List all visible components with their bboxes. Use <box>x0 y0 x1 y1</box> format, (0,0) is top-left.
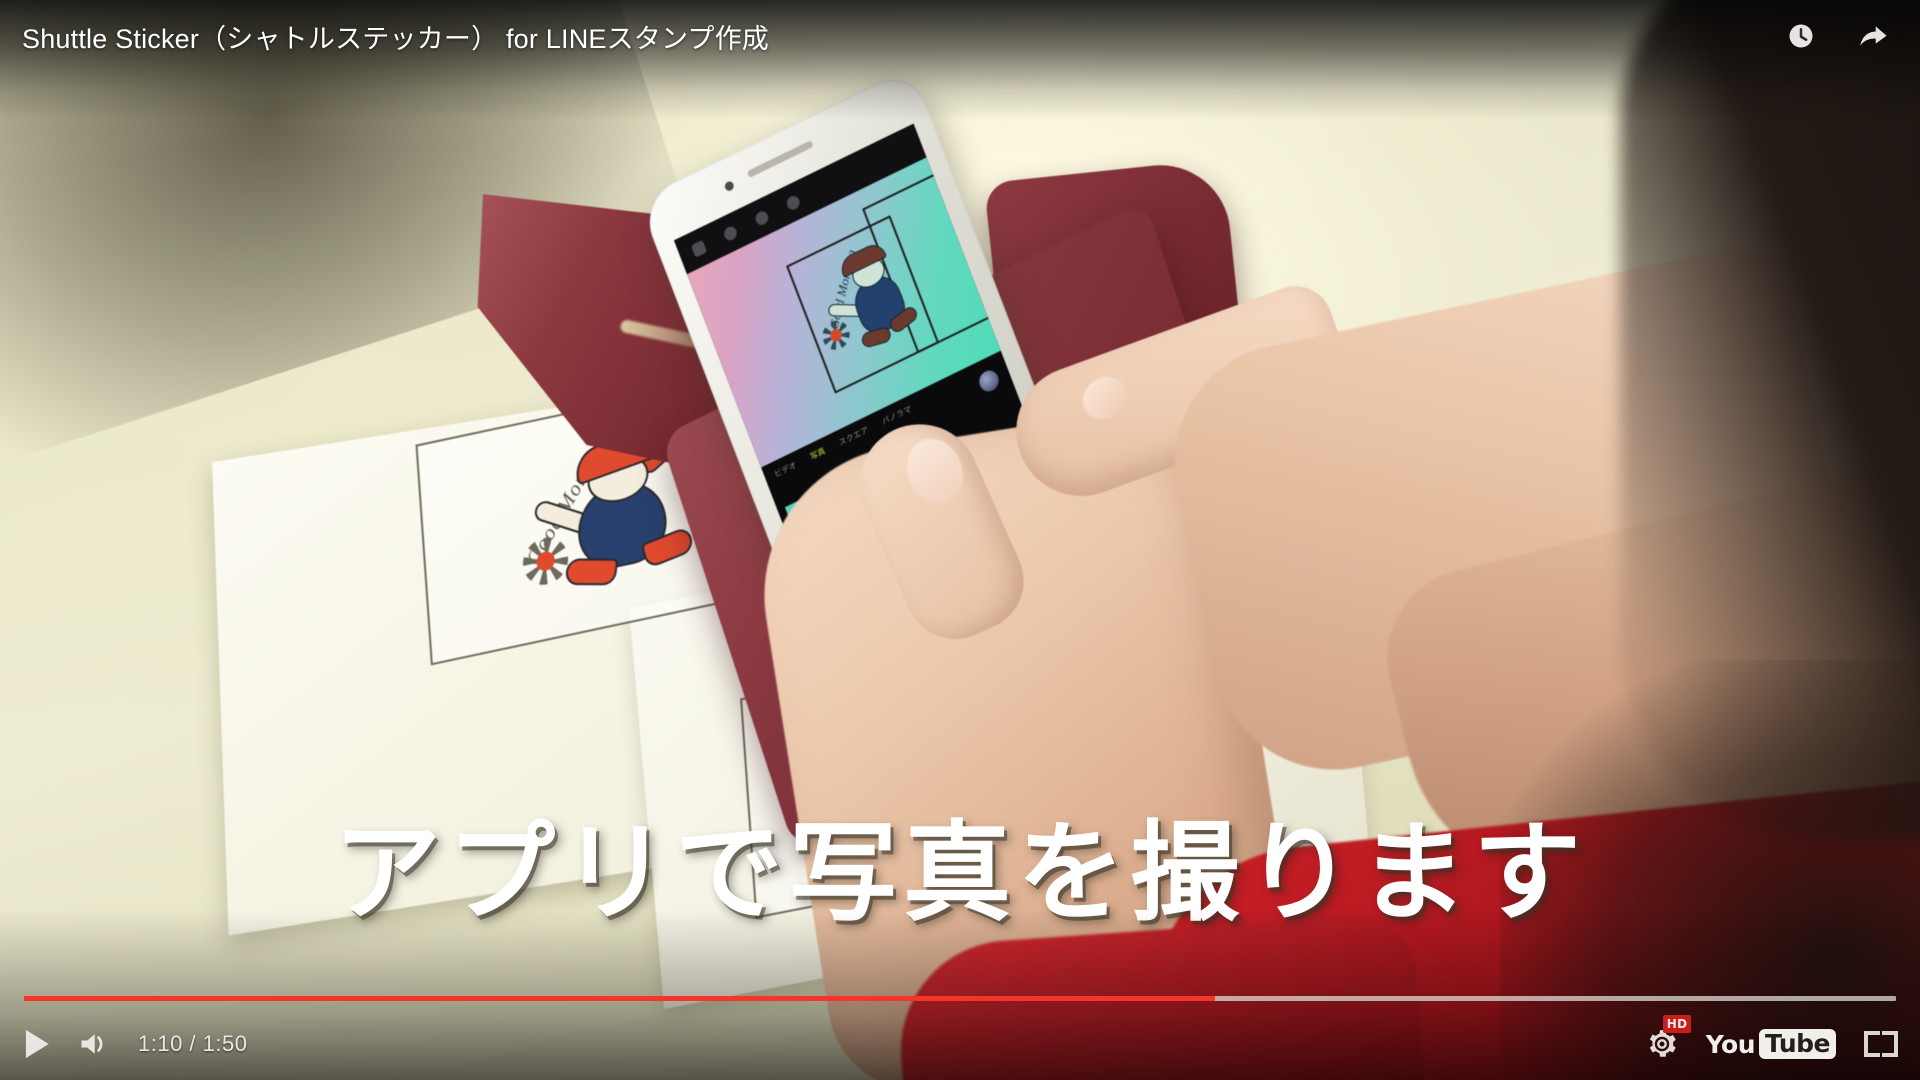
youtube-logo[interactable]: You Tube <box>1706 1029 1836 1059</box>
progress-bar[interactable] <box>24 996 1896 1001</box>
youtube-video-player[interactable]: Good Morning Good Morning ビデオ 写真 スクエア パノ… <box>0 0 1920 1080</box>
player-control-bar[interactable]: 1:10 / 1:50 HD You Tube <box>0 996 1920 1080</box>
fullscreen-button[interactable] <box>1864 1031 1898 1057</box>
share-icon[interactable] <box>1852 15 1894 57</box>
title-bar-actions <box>1780 15 1894 57</box>
youtube-logo-you: You <box>1705 1029 1756 1059</box>
flower-icon <box>521 533 571 590</box>
camera-flip-icon <box>976 367 1002 395</box>
fullscreen-icon <box>1864 1031 1898 1057</box>
viewfinder-flower-icon <box>818 315 854 355</box>
flash-icon <box>690 239 708 258</box>
timer-icon <box>753 208 770 227</box>
hdr-icon <box>722 224 739 242</box>
camera-mode-video: ビデオ <box>773 460 798 480</box>
watch-later-icon[interactable] <box>1780 15 1822 57</box>
volume-button[interactable] <box>78 1030 108 1058</box>
character-shoe-left <box>564 558 619 586</box>
controls-left-group: 1:10 / 1:50 <box>22 1028 247 1060</box>
play-button[interactable] <box>22 1028 52 1060</box>
camera-mode-square: スクエア <box>837 425 870 448</box>
hd-quality-badge: HD <box>1662 1015 1692 1033</box>
controls-row: 1:10 / 1:50 HD You Tube <box>0 1014 1920 1074</box>
video-title: Shuttle Sticker（シャトルステッカー） for LINEスタンプ作… <box>22 23 770 54</box>
camera-mode-pano: パノラマ <box>880 404 913 427</box>
video-frame[interactable]: Good Morning Good Morning ビデオ 写真 スクエア パノ… <box>0 0 1920 1080</box>
filter-icon <box>784 193 802 212</box>
player-title-bar: Shuttle Sticker（シャトルステッカー） for LINEスタンプ作… <box>0 0 1920 72</box>
settings-button[interactable]: HD <box>1646 1015 1692 1060</box>
time-display: 1:10 / 1:50 <box>138 1031 248 1056</box>
progress-played <box>24 996 1215 1001</box>
camera-mode-photo: 写真 <box>808 446 827 462</box>
controls-right-group: HD You Tube <box>1646 1015 1898 1060</box>
youtube-logo-tube: Tube <box>1759 1029 1836 1059</box>
